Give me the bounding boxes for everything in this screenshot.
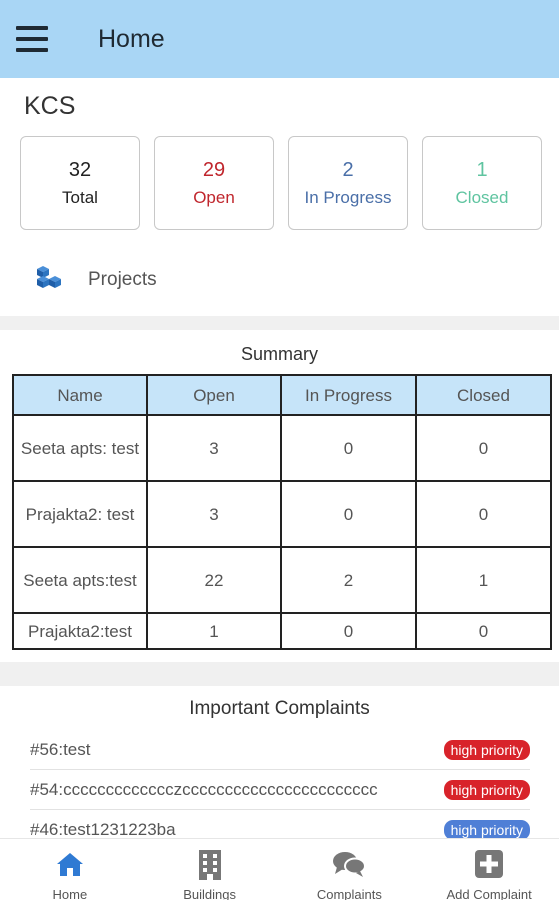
column-header: Closed: [415, 374, 552, 416]
priority-badge: high priority: [443, 739, 530, 760]
nav-item-complaints[interactable]: Complaints: [280, 839, 420, 900]
nav-item-add-complaint[interactable]: Add Complaint: [419, 839, 559, 900]
table-cell-open: 22: [146, 546, 282, 614]
plus-square-icon: [472, 847, 506, 881]
projects-link[interactable]: Projects: [34, 264, 157, 295]
bottom-navigation: Home Buildings Complaints Add Complaint: [0, 838, 559, 900]
table-cell-closed: 0: [415, 612, 552, 650]
table-cell-in-progress: 0: [280, 480, 417, 548]
table-cell-in-progress: 2: [280, 546, 417, 614]
stat-total[interactable]: 32 Total: [20, 136, 140, 230]
projects-icon: [34, 264, 64, 295]
stat-closed-label: Closed: [455, 188, 509, 207]
complaint-text: #46:test1231223ba: [30, 819, 176, 839]
table-cell-in-progress: 0: [280, 414, 417, 482]
nav-label-complaints: Complaints: [316, 887, 382, 900]
summary-title: Summary: [240, 344, 318, 364]
column-header: Name: [12, 374, 148, 416]
nav-label-add-complaint: Add Complaint: [446, 887, 532, 900]
stat-open-value: 29: [202, 159, 226, 181]
section-divider: [0, 316, 559, 330]
priority-badge: high priority: [443, 819, 530, 838]
stat-closed-value: 1: [476, 159, 488, 181]
app-bar: Home: [0, 0, 559, 78]
stat-in-progress-value: 2: [342, 159, 354, 181]
table-cell-name: Prajakta2: test: [12, 480, 148, 548]
priority-badge: high priority: [443, 779, 530, 800]
table-cell-in-progress: 0: [280, 612, 417, 650]
important-complaints-title: Important Complaints: [189, 698, 370, 719]
stat-closed[interactable]: 1 Closed: [422, 136, 542, 230]
table-row: Prajakta2:test 1 0 0: [12, 612, 552, 650]
home-icon: [53, 847, 87, 881]
complaint-item[interactable]: #56:test high priority: [30, 730, 530, 770]
table-cell-name: Prajakta2:test: [12, 612, 148, 650]
column-header: Open: [146, 374, 282, 416]
table-cell-name: Seeta apts: test: [12, 414, 148, 482]
chat-icon: [332, 847, 367, 881]
table-cell-closed: 1: [415, 546, 552, 614]
table-cell-name: Seeta apts:test: [12, 546, 148, 614]
stat-in-progress[interactable]: 2 In Progress: [288, 136, 408, 230]
nav-item-home[interactable]: Home: [0, 839, 140, 900]
stat-total-value: 32: [68, 159, 92, 181]
table-cell-closed: 0: [415, 480, 552, 548]
stat-total-label: Total: [62, 188, 98, 207]
stat-open[interactable]: 29 Open: [154, 136, 274, 230]
summary-section: Summary Name Open In Progress Closed See…: [0, 330, 559, 662]
summary-table: Name Open In Progress Closed Seeta apts:…: [12, 374, 552, 650]
nav-item-buildings[interactable]: Buildings: [140, 839, 280, 900]
complaint-text: #56:test: [30, 739, 91, 759]
building-icon: [193, 847, 227, 881]
stat-in-progress-label: In Progress: [304, 188, 392, 207]
table-cell-open: 3: [146, 480, 282, 548]
table-header-row: Name Open In Progress Closed: [12, 374, 552, 416]
nav-label-buildings: Buildings: [183, 887, 236, 900]
page-title: Home: [98, 24, 165, 53]
complaint-item[interactable]: #46:test1231223ba high priority: [30, 810, 530, 838]
table-row: Prajakta2: test 3 0 0: [12, 480, 552, 548]
table-cell-open: 1: [146, 612, 282, 650]
section-divider: [0, 662, 559, 686]
table-cell-open: 3: [146, 414, 282, 482]
important-complaints-section: Important Complaints #56:test high prior…: [0, 686, 559, 838]
table-row: Seeta apts:test 22 2 1: [12, 546, 552, 614]
complaint-text: #54:ccccccccccccczcccccccccccccccccccccc…: [30, 779, 378, 799]
stat-open-label: Open: [193, 188, 235, 207]
complaint-item[interactable]: #54:ccccccccccccczcccccccccccccccccccccc…: [30, 770, 530, 810]
organization-name: KCS: [24, 92, 76, 120]
column-header: In Progress: [280, 374, 417, 416]
table-row: Seeta apts: test 3 0 0: [12, 414, 552, 482]
table-cell-closed: 0: [415, 414, 552, 482]
nav-label-home: Home: [52, 887, 88, 900]
hamburger-menu-icon[interactable]: [16, 26, 48, 52]
projects-label: Projects: [88, 268, 157, 290]
overview-card: KCS 32 Total 29 Open 2 In Progress 1 Clo…: [0, 78, 559, 316]
